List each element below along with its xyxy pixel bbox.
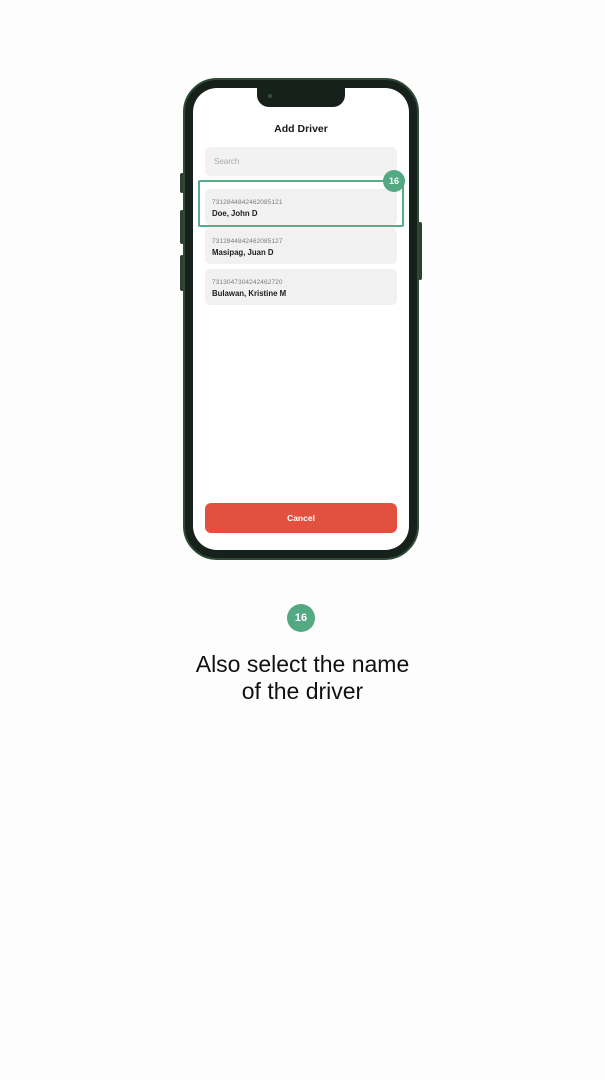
tutorial-stage: Add Driver 7312844842462085121 Doe, John…: [0, 0, 605, 1080]
step-number-badge: 16: [383, 170, 405, 192]
driver-id: 7313047304242462720: [212, 279, 283, 286]
driver-name: Bulawan, Kristine M: [212, 289, 287, 298]
driver-id: 7312844842462085127: [212, 238, 283, 245]
cancel-button[interactable]: Cancel: [205, 503, 397, 533]
search-input[interactable]: [205, 147, 397, 176]
instruction-line: Also select the name: [195, 651, 410, 677]
driver-list-item[interactable]: 7312844842462085127 Masipag, Juan D: [205, 228, 397, 264]
phone-screen: Add Driver 7312844842462085121 Doe, John…: [193, 88, 409, 550]
instruction-line: of the driver: [241, 678, 364, 704]
step-highlight-box: [198, 180, 404, 227]
driver-list-item[interactable]: 7313047304242462720 Bulawan, Kristine M: [205, 269, 397, 305]
driver-name: Masipag, Juan D: [212, 248, 274, 257]
page-title: Add Driver: [274, 123, 328, 135]
front-camera-icon: [268, 94, 272, 98]
step-number-badge: 16: [287, 604, 315, 632]
instruction-text: Also select the name of the driver: [0, 651, 605, 705]
